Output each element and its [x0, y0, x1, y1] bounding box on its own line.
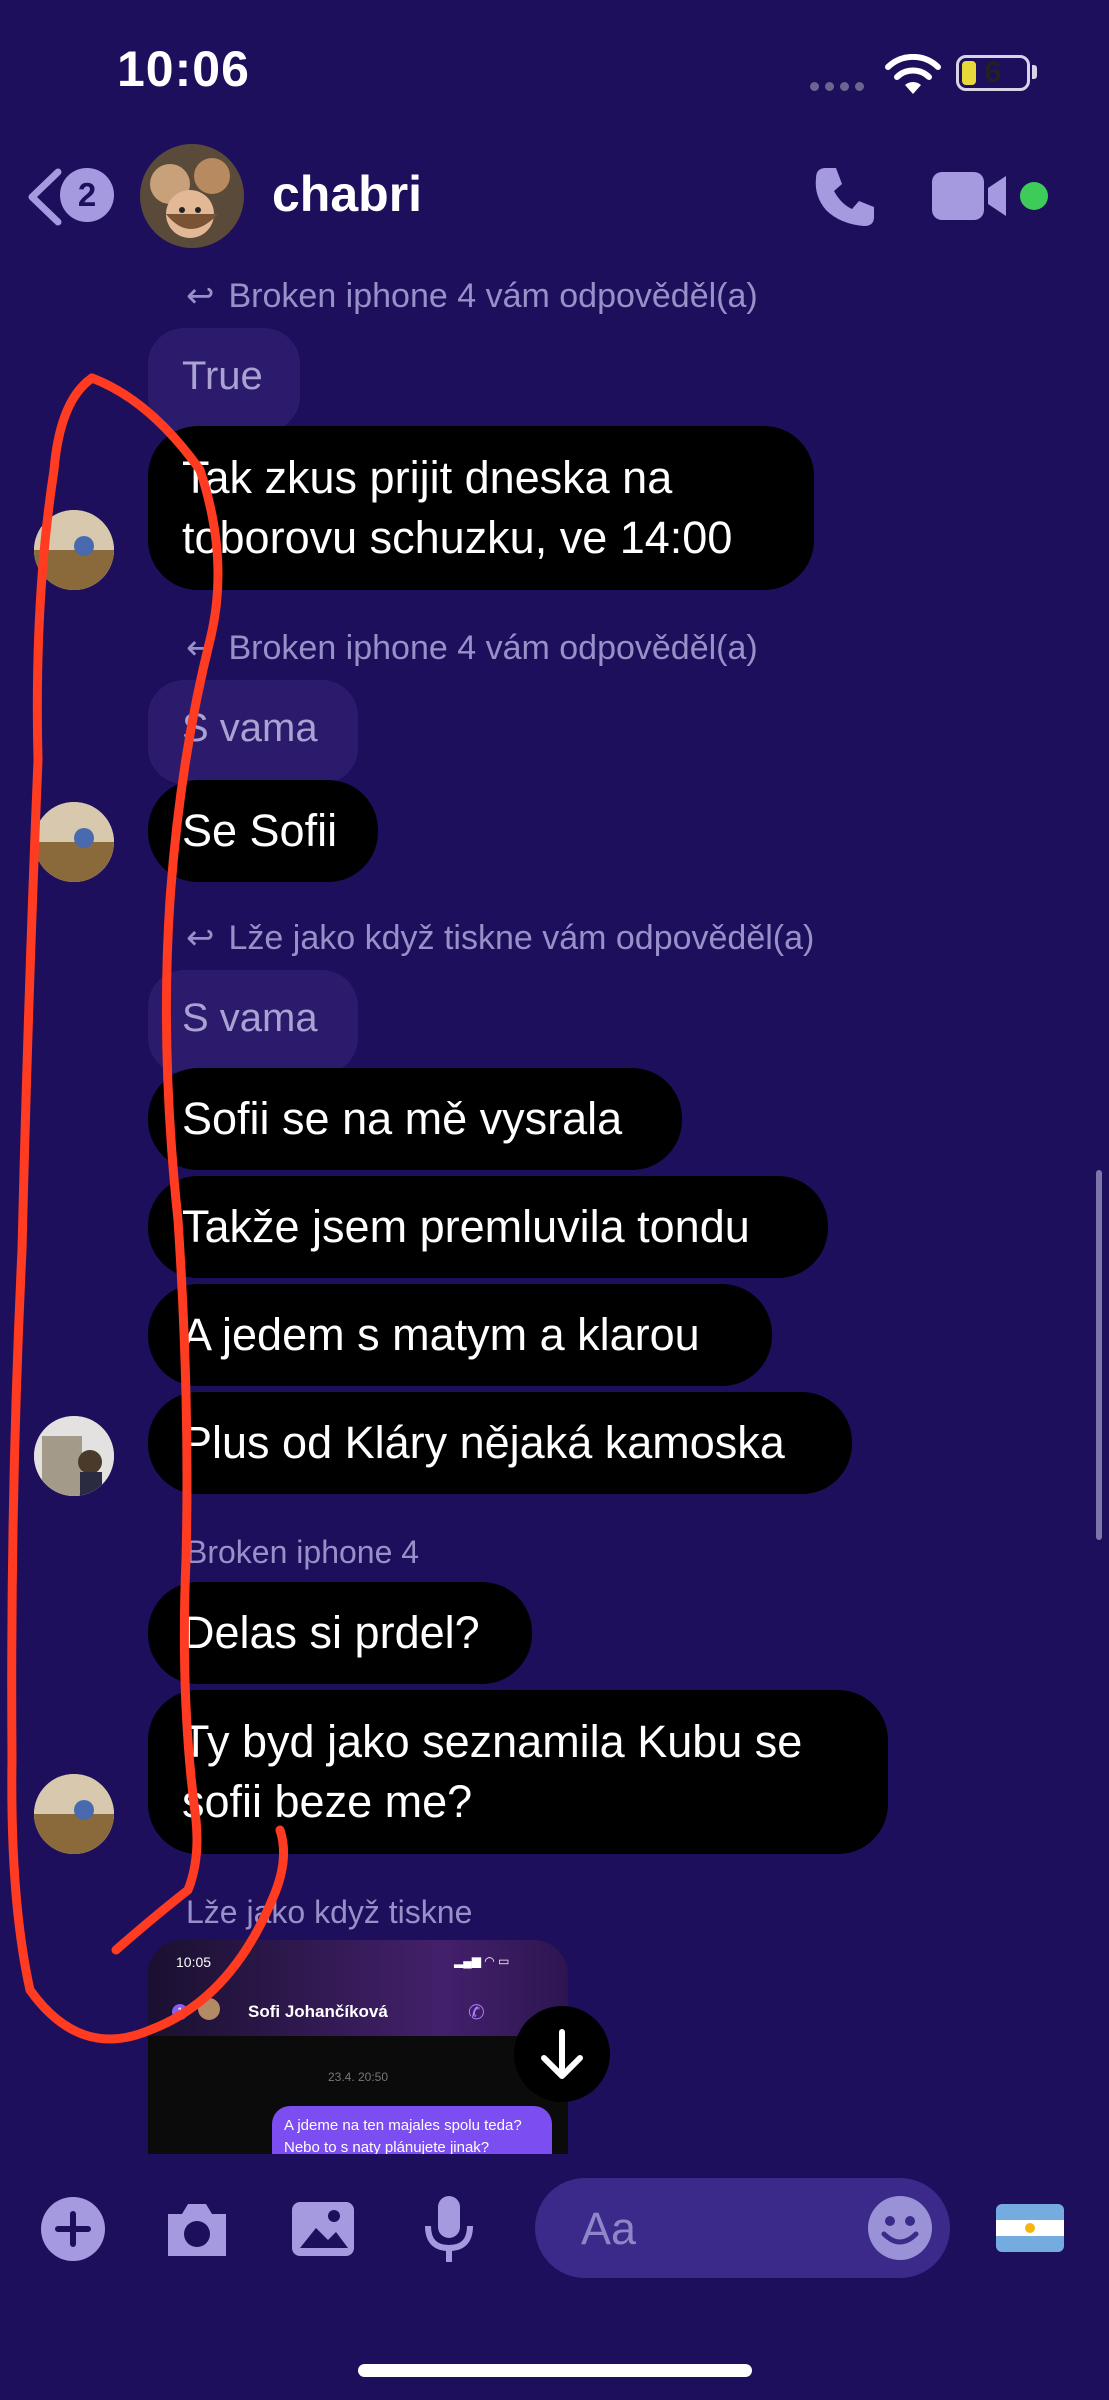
reply-note: ↩ Lže jako když tiskne vám odpověděl(a)	[186, 919, 815, 957]
unread-badge[interactable]: 2	[60, 168, 114, 222]
video-camera-icon[interactable]	[930, 170, 1010, 222]
arrow-down-icon	[541, 2029, 583, 2079]
sender-avatar[interactable]	[34, 802, 114, 882]
screenshot-badge: 1	[172, 2004, 188, 2020]
screenshot-status-icons: ▂▄▆ ◠ ▭	[454, 1954, 510, 1968]
reply-arrow-icon: ↩	[186, 277, 215, 315]
sender-avatar[interactable]	[34, 1416, 114, 1496]
reply-note: ↩ Broken iphone 4 vám odpověděl(a)	[186, 277, 758, 315]
sender-avatar[interactable]	[34, 510, 114, 590]
battery-level: 6	[984, 56, 1002, 89]
message-bubble[interactable]: Ty byd jako seznamila Kubu se sofii beze…	[148, 1690, 888, 1854]
reply-arrow-icon: ↩	[186, 629, 215, 667]
screenshot-contact-name: Sofi Johančíková	[248, 2002, 388, 2021]
online-status-dot	[1020, 182, 1048, 210]
camera-icon[interactable]	[162, 2194, 232, 2264]
phone-icon[interactable]	[812, 164, 878, 230]
battery-icon: 6	[956, 55, 1030, 91]
message-bubble[interactable]: Tak zkus prijit dneska na toborovu schuz…	[148, 426, 814, 590]
message-bubble[interactable]: A jedem s matym a klarou	[148, 1284, 772, 1386]
quoted-message[interactable]: S vama	[148, 970, 358, 1074]
message-bubble[interactable]: Sofii se na mě vysrala	[148, 1068, 682, 1170]
home-indicator[interactable]	[358, 2364, 752, 2377]
sender-name: Broken iphone 4	[186, 1534, 420, 1570]
shared-screenshot[interactable]: 10:05 ▂▄▆ ◠ ▭ 1 Sofi Johančíková ✆ 23.4.…	[148, 1940, 568, 2154]
argentina-flag-icon[interactable]	[996, 2204, 1064, 2252]
screenshot-message: A jdeme na ten majales spolu teda? Nebo …	[272, 2106, 552, 2154]
battery-cap	[1032, 65, 1037, 79]
wifi-icon	[885, 54, 941, 94]
chevron-left-icon[interactable]	[24, 168, 64, 226]
image-icon[interactable]	[288, 2194, 358, 2264]
message-bubble[interactable]: Se Sofii	[148, 780, 378, 882]
screenshot-avatar	[198, 1998, 220, 2020]
group-avatar[interactable]	[140, 144, 244, 248]
screenshot-date: 23.4. 20:50	[327, 2070, 389, 2084]
quoted-message[interactable]: True	[148, 328, 300, 432]
reply-note: ↩ Broken iphone 4 vám odpověděl(a)	[186, 629, 758, 667]
scrollbar[interactable]	[1096, 1170, 1102, 1540]
chat-title[interactable]: chabri	[272, 165, 422, 223]
scroll-to-bottom-button[interactable]	[514, 2006, 610, 2102]
message-bubble[interactable]: Delas si prdel?	[148, 1582, 532, 1684]
screenshot-phone-icon: ✆	[468, 2002, 485, 2024]
microphone-icon[interactable]	[414, 2194, 484, 2264]
plus-icon[interactable]	[38, 2194, 108, 2264]
sender-name: Lže jako když tiskne	[186, 1894, 473, 1930]
status-time: 10:06	[117, 41, 250, 97]
sender-avatar[interactable]	[34, 1774, 114, 1854]
message-bubble[interactable]: Takže jsem premluvila tondu	[148, 1176, 828, 1278]
message-text-field[interactable]	[579, 2200, 853, 2258]
screenshot-time: 10:05	[176, 1954, 212, 1970]
reply-arrow-icon: ↩	[186, 919, 215, 957]
signal-dots-icon	[810, 78, 870, 96]
message-bubble[interactable]: Plus od Kláry nějaká kamoska	[148, 1392, 852, 1494]
emoji-icon[interactable]	[868, 2196, 932, 2260]
quoted-message[interactable]: S vama	[148, 680, 358, 784]
